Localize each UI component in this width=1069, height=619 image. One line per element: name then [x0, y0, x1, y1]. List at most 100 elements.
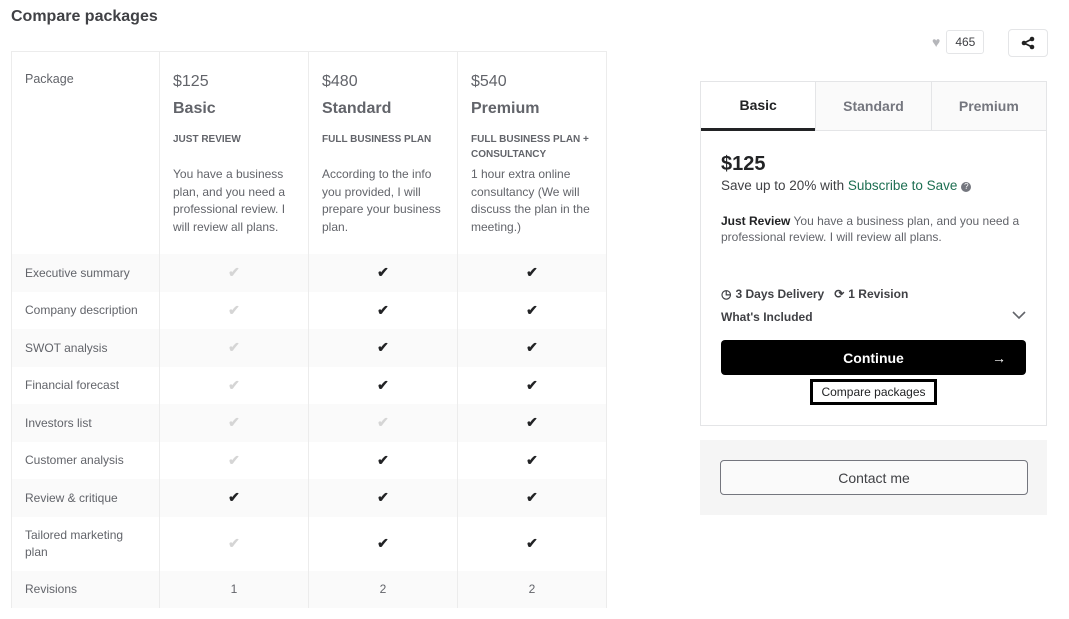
- tab-premium[interactable]: Premium: [930, 82, 1046, 130]
- feature-value: ✔: [159, 404, 309, 442]
- chevron-down-icon: [1012, 311, 1026, 320]
- feature-name: Executive summary: [11, 254, 160, 292]
- package-tag: FULL BUSINESS PLAN: [322, 134, 432, 145]
- tab-standard[interactable]: Standard: [815, 82, 931, 130]
- check-icon: ✔: [377, 489, 389, 506]
- feature-row: Tailored marketing plan ✔ ✔ ✔: [11, 516, 607, 571]
- package-desc: According to the info you provided, I wi…: [322, 167, 441, 234]
- check-icon: ✔: [228, 339, 240, 356]
- feature-name: Tailored marketing plan: [11, 516, 160, 571]
- package-price: $540: [471, 73, 507, 90]
- compare-table: Package $125 Basic JUST REVIEW You have …: [11, 51, 607, 608]
- whats-included-toggle[interactable]: What's Included: [721, 310, 1026, 324]
- package-standard: $480 Standard FULL BUSINESS PLAN Accordi…: [308, 51, 458, 254]
- continue-label: Continue: [843, 349, 904, 366]
- feature-value: ✔: [308, 366, 458, 404]
- delivery-info: ◷ 3 Days Delivery ⟳ 1 Revision: [721, 287, 1026, 301]
- page-title: Compare packages: [11, 8, 158, 25]
- contact-section: Contact me: [700, 440, 1047, 515]
- feature-row: Executive summary ✔ ✔ ✔: [11, 254, 607, 292]
- package-name: Premium: [471, 100, 540, 117]
- feature-row: Financial forecast ✔ ✔ ✔: [11, 366, 607, 404]
- feature-name: Customer analysis: [11, 441, 160, 479]
- feature-value: ✔: [308, 291, 458, 329]
- tab-basic[interactable]: Basic: [701, 82, 816, 131]
- arrow-right-icon: →: [992, 349, 1006, 366]
- feature-value: ✔: [159, 291, 309, 329]
- feature-value: ✔: [308, 254, 458, 292]
- check-icon: ✔: [526, 339, 538, 356]
- package-basic: $125 Basic JUST REVIEW You have a busine…: [159, 51, 309, 254]
- revision-item: ⟳ 1 Revision: [834, 287, 908, 301]
- check-icon: ✔: [377, 264, 389, 281]
- feature-value: ✔: [457, 516, 607, 571]
- revisions-row: Revisions 1 2 2: [11, 570, 607, 608]
- heart-icon[interactable]: ♥: [932, 34, 940, 50]
- delivery-item: ◷ 3 Days Delivery: [721, 287, 824, 301]
- package-desc: 1 hour extra online consultancy (We will…: [471, 167, 590, 234]
- revision-count: 1 Revision: [848, 287, 909, 301]
- check-icon: ✔: [228, 451, 240, 468]
- check-icon: ✔: [526, 414, 538, 431]
- feature-value: ✔: [159, 479, 309, 517]
- refresh-icon: ⟳: [834, 287, 845, 301]
- help-icon[interactable]: ?: [961, 182, 972, 192]
- check-icon: ✔: [526, 264, 538, 281]
- feature-value: ✔: [457, 479, 607, 517]
- package-tag: JUST REVIEW: [173, 134, 241, 145]
- check-icon: ✔: [377, 339, 389, 356]
- check-icon: ✔: [377, 376, 389, 393]
- revisions-value: 2: [308, 570, 458, 608]
- check-icon: ✔: [377, 534, 389, 551]
- package-panel: Basic Standard Premium $125 Save up to 2…: [700, 81, 1047, 426]
- compare-packages-button[interactable]: Compare packages: [810, 379, 937, 405]
- feature-name: Review & critique: [11, 479, 160, 517]
- share-icon: [1021, 36, 1035, 50]
- save-prefix: Save up to 20% with: [721, 178, 848, 193]
- check-icon: ✔: [228, 534, 240, 551]
- subscribe-to-save-link[interactable]: Subscribe to Save: [848, 178, 958, 193]
- row-label: Package: [25, 72, 74, 86]
- feature-value: ✔: [457, 291, 607, 329]
- share-button[interactable]: [1008, 29, 1048, 57]
- check-icon: ✔: [228, 376, 240, 393]
- feature-value: ✔: [308, 441, 458, 479]
- feature-value: ✔: [457, 366, 607, 404]
- desc-title: Just Review: [721, 214, 791, 228]
- package-desc: You have a business plan, and you need a…: [173, 167, 286, 234]
- feature-value: ✔: [159, 329, 309, 367]
- check-icon: ✔: [228, 489, 240, 506]
- feature-name: SWOT analysis: [11, 329, 160, 367]
- delivery-time: 3 Days Delivery: [735, 287, 825, 301]
- package-premium: $540 Premium FULL BUSINESS PLAN + CONSUL…: [457, 51, 607, 254]
- package-tag: FULL BUSINESS PLAN + CONSULTANCY: [471, 134, 589, 160]
- continue-button[interactable]: Continue →: [721, 340, 1026, 375]
- whats-included-label: What's Included: [721, 310, 813, 324]
- package-tabs: Basic Standard Premium: [701, 82, 1046, 131]
- feature-value: ✔: [308, 516, 458, 571]
- check-icon: ✔: [377, 414, 389, 431]
- panel-description: Just Review You have a business plan, an…: [721, 213, 1026, 245]
- feature-name: Financial forecast: [11, 366, 160, 404]
- save-text: Save up to 20% with Subscribe to Save?: [721, 178, 1026, 193]
- feature-row: Investors list ✔ ✔ ✔: [11, 404, 607, 442]
- feature-value: ✔: [159, 254, 309, 292]
- revisions-value: 2: [457, 570, 607, 608]
- feature-name: Investors list: [11, 404, 160, 442]
- check-icon: ✔: [526, 451, 538, 468]
- feature-value: ✔: [159, 366, 309, 404]
- panel-price: $125: [721, 153, 766, 175]
- feature-value: ✔: [457, 254, 607, 292]
- feature-value: ✔: [457, 441, 607, 479]
- check-icon: ✔: [526, 301, 538, 318]
- contact-me-button[interactable]: Contact me: [720, 460, 1028, 495]
- check-icon: ✔: [228, 414, 240, 431]
- check-icon: ✔: [526, 534, 538, 551]
- favorite-count: 465: [946, 30, 985, 54]
- favorite-group[interactable]: ♥ 465: [932, 30, 985, 54]
- feature-value: ✔: [308, 329, 458, 367]
- check-icon: ✔: [526, 489, 538, 506]
- feature-rows: Executive summary ✔ ✔ ✔ Company description ✔…: [11, 254, 607, 608]
- feature-value: ✔: [159, 516, 309, 571]
- package-price: $480: [322, 73, 358, 90]
